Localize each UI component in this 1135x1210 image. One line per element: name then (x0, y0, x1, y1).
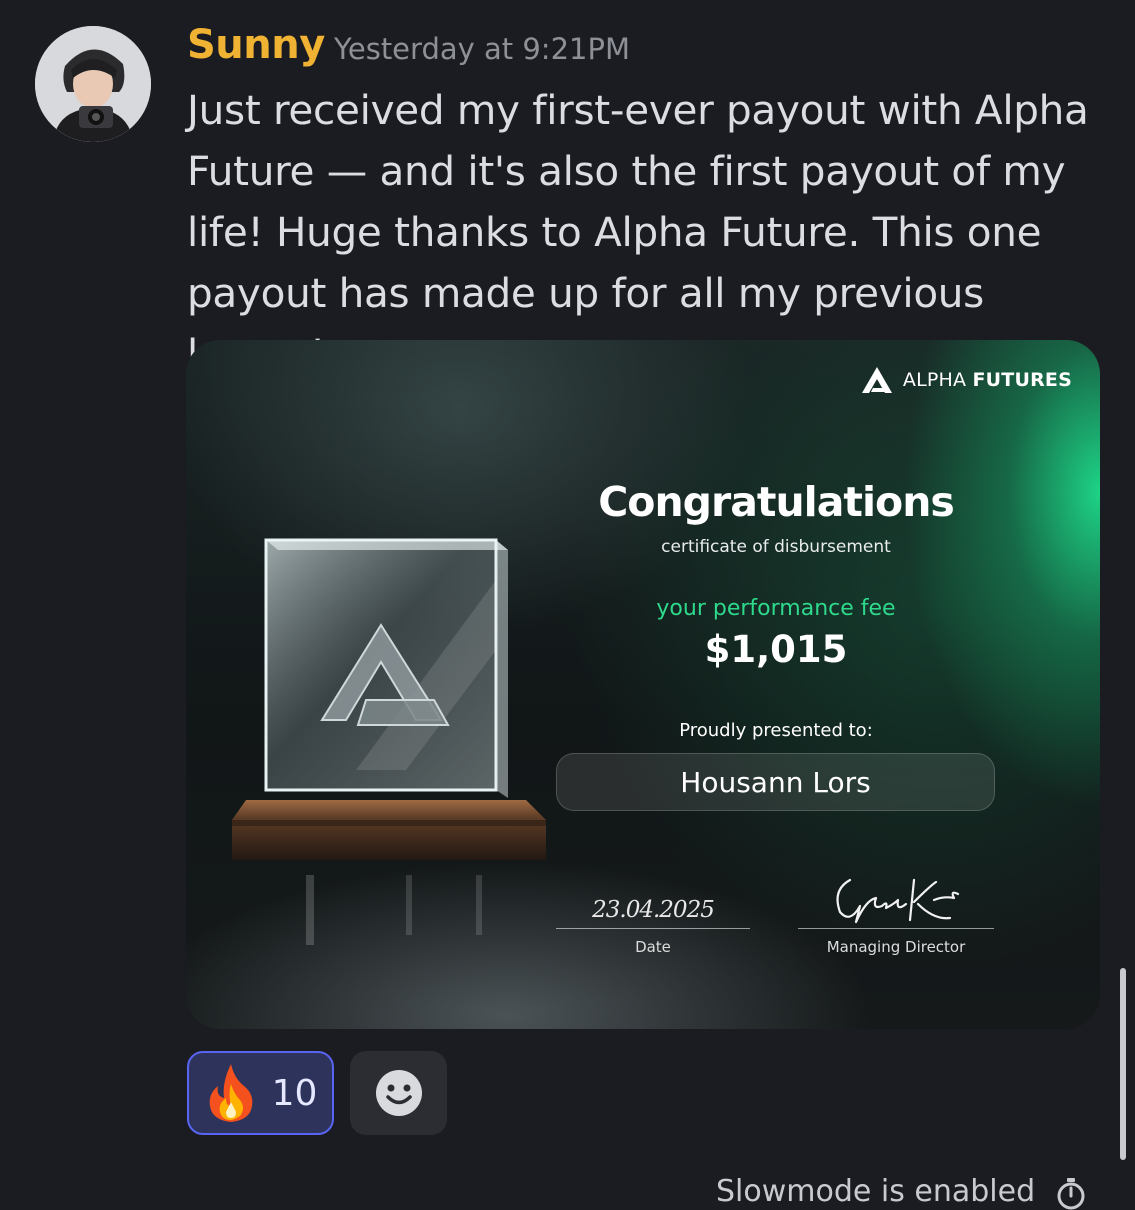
alpha-futures-logo: ALPHA FUTURES (861, 366, 1072, 394)
certificate-subtitle: certificate of disbursement (661, 537, 891, 557)
reaction-fire[interactable]: 10 (187, 1051, 334, 1135)
slowmode-notice: Slowmode is enabled (716, 1174, 1036, 1209)
director-signature (836, 878, 960, 924)
date-value: 23.04.2025 (592, 897, 715, 923)
smiley-icon (375, 1070, 422, 1116)
add-reaction-button[interactable] (350, 1051, 447, 1135)
brand-bold: FUTURES (972, 369, 1072, 391)
avatar-photo (35, 26, 151, 142)
brand-light: ALPHA (902, 369, 967, 391)
crystal-trophy (232, 538, 546, 945)
date-label: Date (635, 938, 671, 956)
recipient-name: Housann Lors (680, 765, 871, 799)
scrollbar-thumb[interactable] (1120, 968, 1126, 1160)
signature-line (798, 928, 994, 929)
avatar[interactable] (35, 26, 151, 142)
fee-amount: $1,015 (704, 628, 848, 671)
fire-icon (209, 1064, 252, 1122)
alpha-logo-icon (861, 367, 892, 393)
fee-label: your performance fee (656, 596, 896, 621)
message-timestamp: Yesterday at 9:21PM (334, 32, 630, 66)
date-line (556, 928, 750, 929)
reaction-count: 10 (271, 1072, 318, 1114)
certificate-image[interactable]: ALPHA FUTURES Congratulations certificat… (186, 340, 1100, 1029)
certificate-title: Congratulations (598, 478, 955, 526)
stopwatch-icon (1057, 1178, 1085, 1210)
recipient-name-box: Housann Lors (556, 753, 995, 811)
presented-label: Proudly presented to: (679, 720, 873, 741)
director-label: Managing Director (826, 938, 966, 956)
message-author[interactable]: Sunny (187, 22, 325, 68)
